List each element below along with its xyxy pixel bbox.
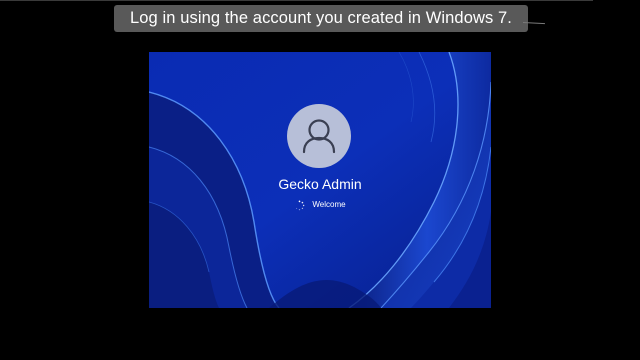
vm-login-screen: Gecko Admin Welcome (149, 52, 491, 308)
user-icon (302, 119, 336, 154)
welcome-status: Welcome (149, 198, 491, 212)
user-name: Gecko Admin (278, 176, 362, 192)
video-frame: Log in using the account you created in … (0, 0, 640, 360)
user-avatar[interactable] (287, 104, 351, 168)
welcome-text: Welcome (312, 200, 346, 209)
frame-top-edge (0, 0, 593, 1)
loading-spinner-icon (294, 200, 305, 211)
instruction-caption: Log in using the account you created in … (114, 5, 528, 32)
